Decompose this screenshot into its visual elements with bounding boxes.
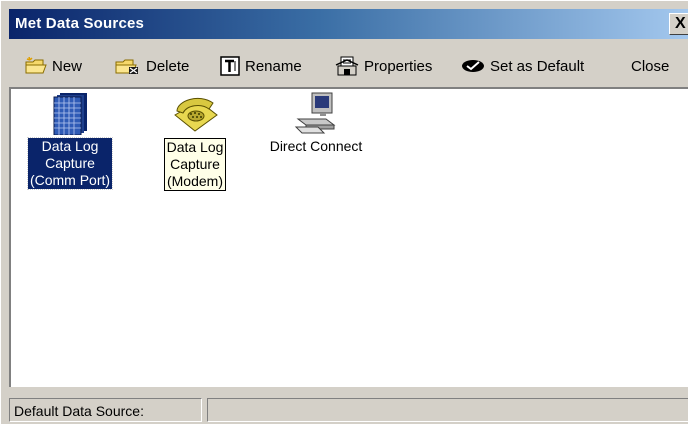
computer-icon xyxy=(294,92,336,134)
grid-document-icon xyxy=(53,93,87,136)
set-as-default-button[interactable]: Set as Default xyxy=(461,53,584,79)
properties-icon xyxy=(335,56,359,76)
data-source-list[interactable]: Data Log Capture (Comm Port) Data Log Ca… xyxy=(9,87,688,387)
list-item-comm-port[interactable]: Data Log Capture (Comm Port) xyxy=(23,91,117,190)
status-bar: Default Data Source: xyxy=(9,395,688,424)
list-item-direct-connect[interactable]: Direct Connect xyxy=(255,91,377,155)
window-title: Met Data Sources xyxy=(15,15,145,32)
telephone-icon xyxy=(174,98,218,132)
checkmark-icon xyxy=(462,60,484,72)
item-label: Direct Connect xyxy=(269,138,363,154)
delete-folder-icon xyxy=(115,59,138,74)
delete-label: Delete xyxy=(146,57,190,75)
close-label: Close xyxy=(631,57,670,75)
list-item-modem[interactable]: Data Log Capture (Modem) xyxy=(151,91,239,191)
item-label: Data Log Capture (Comm Port) xyxy=(26,137,114,190)
new-label: New xyxy=(52,57,83,75)
rename-button[interactable]: Rename xyxy=(220,53,302,79)
close-icon[interactable]: X xyxy=(669,13,688,35)
item-label: Data Log Capture (Modem) xyxy=(163,138,227,191)
delete-button[interactable]: Delete xyxy=(115,53,189,79)
status-label: Default Data Source: xyxy=(9,398,202,422)
new-button[interactable]: New xyxy=(25,53,82,79)
set-as-default-label: Set as Default xyxy=(490,57,585,75)
properties-button[interactable]: Properties xyxy=(335,53,432,79)
toolbar: New Delete Rename Properties Set as Defa… xyxy=(9,45,688,85)
properties-label: Properties xyxy=(364,57,433,75)
title-bar[interactable]: Met Data Sources X xyxy=(9,9,688,39)
close-button[interactable]: Close xyxy=(631,53,669,79)
rename-label: Rename xyxy=(245,57,302,75)
status-value xyxy=(207,398,688,422)
met-data-sources-window: Met Data Sources X New Delete Rename Pro… xyxy=(0,0,688,424)
new-folder-icon xyxy=(25,57,47,74)
rename-icon xyxy=(220,56,240,76)
